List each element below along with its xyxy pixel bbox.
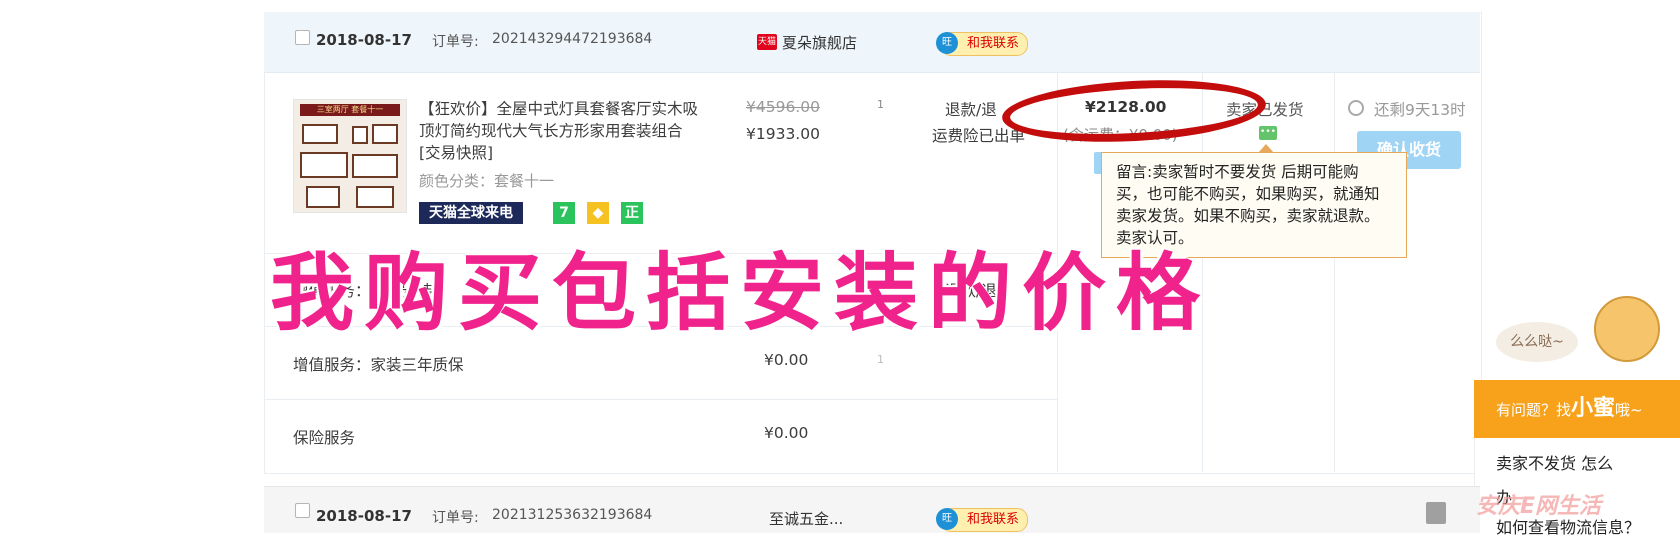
lamp-image <box>356 186 394 208</box>
product-thumbnail[interactable]: 三室两厅 套餐十一 <box>293 99 407 213</box>
lamp-image <box>372 124 398 144</box>
order-number: 202143294472193684 <box>492 31 653 47</box>
wangwang-chat-icon: 旺 <box>936 508 958 530</box>
order-number: 202131253632193684 <box>492 507 653 523</box>
order-number-label: 订单号: <box>432 34 479 50</box>
help-header-prefix: 有问题？找 <box>1496 401 1572 419</box>
service-label: 增值服务：家装三年质保 <box>293 356 464 374</box>
lamp-image <box>306 186 340 208</box>
overlay-caption: 我购买包括安装的价格 <box>270 244 1211 342</box>
product-title-line[interactable]: 顶灯简约现代大气长方形家用套装组合 <box>419 120 683 142</box>
tooltip-line: 卖家发货。如果不购买，卖家就退款。 <box>1116 207 1380 225</box>
lamp-image <box>352 154 398 178</box>
service-price: ¥0.00 <box>764 424 809 442</box>
tmall-icon: 天猫 <box>757 34 777 50</box>
shop-name-link[interactable]: 至诚五金... <box>769 508 843 529</box>
thumbnail-banner: 三室两厅 套餐十一 <box>300 104 400 116</box>
tmall-global-badge: 天猫全球来电 <box>419 202 523 224</box>
order-select-checkbox[interactable] <box>295 503 310 518</box>
column-divider <box>1334 72 1335 472</box>
service-label: 保险服务 <box>293 429 356 447</box>
row-divider <box>264 399 1058 400</box>
help-question[interactable]: 卖家不发货 怎么 <box>1496 450 1613 474</box>
wangwang-chat-icon: 旺 <box>936 32 958 54</box>
help-header[interactable]: 有问题？找小蜜哦~ <box>1474 380 1680 438</box>
authentic-badge: 正 <box>621 202 643 224</box>
lamp-image <box>302 124 338 144</box>
help-header-name: 小蜜 <box>1571 396 1616 421</box>
clock-icon <box>1348 100 1364 116</box>
order-date: 2018-08-17 <box>316 31 412 49</box>
trash-icon[interactable] <box>1426 502 1446 524</box>
assistant-mascot-icon[interactable] <box>1594 296 1660 362</box>
assistant-speech-bubble: 么么哒~ <box>1496 322 1578 362</box>
lamp-image <box>352 126 368 144</box>
contact-label: 和我联系 <box>967 36 1020 51</box>
snapshot-link[interactable]: [交易快照] <box>419 142 493 164</box>
remaining-time: 还剩9天13时 <box>1374 101 1466 119</box>
quality-badge-icon: ◆ <box>587 202 609 224</box>
contact-label: 和我联系 <box>967 512 1020 527</box>
product-variant: 颜色分类：套餐十一 <box>419 172 555 190</box>
tooltip-line: 买，也可能不购买，如果购买，就通知 <box>1116 185 1380 203</box>
seven-day-return-badge: 7 <box>553 202 575 224</box>
service-price: ¥0.00 <box>764 351 809 369</box>
lamp-image <box>300 152 348 178</box>
product-title-line[interactable]: 【狂欢价】全屋中式灯具套餐客厅实木吸 <box>419 98 698 120</box>
order-number-label: 订单号: <box>432 510 479 526</box>
watermark: 安庆E网生活 <box>1476 494 1602 519</box>
order-select-checkbox[interactable] <box>295 30 310 45</box>
original-price: ¥4596.00 <box>746 98 820 116</box>
message-icon[interactable]: ••• <box>1259 126 1277 140</box>
order-date: 2018-08-17 <box>316 507 412 525</box>
unit-price: ¥1933.00 <box>746 125 820 143</box>
quantity: 1 <box>877 98 884 111</box>
quantity: 1 <box>877 353 884 366</box>
refund-link[interactable]: 退款/退 <box>945 98 997 120</box>
shop-name-link[interactable]: 夏朵旗舰店 <box>782 32 857 53</box>
help-header-suffix: 哦~ <box>1615 401 1643 419</box>
tooltip-line: 留言:卖家暂时不要发货 后期可能购 <box>1116 163 1359 181</box>
